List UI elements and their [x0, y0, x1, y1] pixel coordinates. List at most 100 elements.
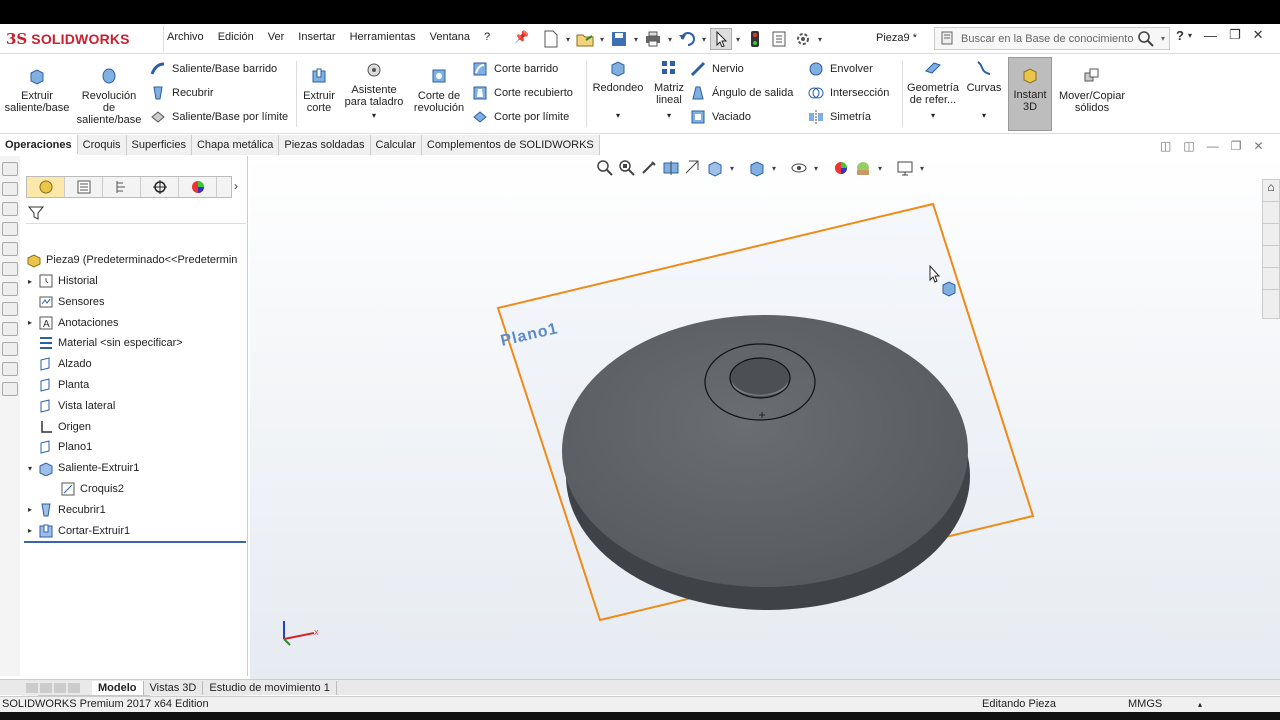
search-icon[interactable]: [1137, 30, 1155, 48]
extrude-cut-button[interactable]: Extruir corte: [298, 67, 340, 114]
extrude-boss-button[interactable]: Extruir saliente/base: [4, 67, 70, 114]
tab-superficies[interactable]: Superficies: [126, 135, 192, 155]
tree-item[interactable]: Sensores: [24, 292, 104, 312]
tile-left-icon[interactable]: ◫: [1160, 139, 1171, 153]
dynamic-annotation-icon[interactable]: [684, 159, 702, 177]
design-library-icon[interactable]: [1263, 202, 1279, 224]
tree-item[interactable]: ▸ Recubrir1: [24, 500, 106, 520]
tree-item[interactable]: Plano1: [24, 437, 92, 457]
first-tab-icon[interactable]: [26, 682, 38, 693]
graphics-area[interactable]: Plano1 X: [250, 156, 1280, 680]
minimize-icon[interactable]: —: [1204, 28, 1217, 43]
tree-item[interactable]: Origen: [24, 417, 91, 437]
tree-item[interactable]: Planta: [24, 375, 89, 395]
options-gear-icon[interactable]: [792, 28, 814, 50]
menu-help[interactable]: ?: [477, 31, 497, 43]
chevron-down-icon[interactable]: ▾: [598, 35, 606, 44]
units-selector[interactable]: MMGS: [1128, 697, 1162, 712]
mirror-button[interactable]: Simetría: [808, 107, 871, 127]
toolbar-icon[interactable]: [2, 342, 18, 356]
print-icon[interactable]: [642, 28, 664, 50]
shell-button[interactable]: Vaciado: [690, 107, 751, 127]
chevron-right-icon[interactable]: ›: [234, 179, 238, 193]
new-document-icon[interactable]: [540, 28, 562, 50]
toolbar-icon[interactable]: [2, 282, 18, 296]
chevron-right-icon[interactable]: ▸: [24, 318, 36, 327]
help-button[interactable]: ?: [1176, 28, 1184, 43]
menu-ver[interactable]: Ver: [261, 31, 292, 43]
restore-icon[interactable]: ❐: [1229, 27, 1241, 43]
toolbar-icon[interactable]: [2, 222, 18, 236]
tab-chapa-metalica[interactable]: Chapa metálica: [191, 135, 280, 155]
tree-item[interactable]: Material <sin especificar>: [24, 333, 183, 353]
last-tab-icon[interactable]: [68, 682, 80, 693]
minimize-icon[interactable]: —: [1207, 139, 1219, 153]
chevron-down-icon[interactable]: ▾: [1188, 31, 1192, 40]
appearances-icon[interactable]: [1263, 268, 1279, 290]
file-explorer-icon[interactable]: [1263, 224, 1279, 246]
chevron-down-icon[interactable]: ▾: [590, 110, 646, 122]
intersect-button[interactable]: Intersección: [808, 83, 889, 103]
tab-complementos[interactable]: Complementos de SOLIDWORKS: [421, 135, 600, 155]
traffic-light-icon[interactable]: [744, 28, 766, 50]
chevron-down-icon[interactable]: ▾: [1161, 34, 1165, 43]
chevron-down-icon[interactable]: ▾: [876, 164, 884, 173]
chevron-down-icon[interactable]: ▾: [770, 164, 778, 173]
rib-button[interactable]: Nervio: [690, 59, 744, 79]
pin-icon[interactable]: 📌: [514, 30, 529, 44]
tab-croquis[interactable]: Croquis: [77, 135, 127, 155]
chevron-down-icon[interactable]: ▾: [904, 110, 962, 122]
display-style-icon[interactable]: [748, 159, 766, 177]
zoom-to-area-icon[interactable]: [618, 159, 636, 177]
tree-filter[interactable]: [26, 202, 246, 224]
edit-appearance-icon[interactable]: [832, 159, 850, 177]
close-icon[interactable]: ✕: [1253, 139, 1263, 153]
chevron-right-icon[interactable]: ▾: [24, 464, 36, 473]
revolve-cut-button[interactable]: Corte de revolución: [412, 67, 466, 114]
rollback-bar[interactable]: [24, 541, 246, 543]
tree-item[interactable]: ▸ A Anotaciones: [24, 313, 119, 333]
view-palette-icon[interactable]: [1263, 246, 1279, 268]
menu-insertar[interactable]: Insertar: [291, 31, 342, 43]
file-properties-icon[interactable]: [768, 28, 790, 50]
toolbar-icon[interactable]: [2, 262, 18, 276]
toolbar-icon[interactable]: [2, 202, 18, 216]
open-folder-icon[interactable]: [574, 28, 596, 50]
feature-manager-tab-icon[interactable]: [27, 177, 65, 197]
tree-item[interactable]: ▸ Cortar-Extruir1: [24, 521, 130, 541]
chevron-right-icon[interactable]: ▸: [24, 505, 36, 514]
wrap-button[interactable]: Envolver: [808, 59, 873, 79]
toolbar-icon[interactable]: [2, 302, 18, 316]
tree-item[interactable]: Alzado: [24, 354, 92, 374]
chevron-down-icon[interactable]: ▾: [700, 35, 708, 44]
chevron-down-icon[interactable]: ▾: [918, 164, 926, 173]
hide-show-items-icon[interactable]: [790, 159, 808, 177]
hole-edge[interactable]: [729, 357, 791, 399]
loft-boss-button[interactable]: Recubrir: [150, 83, 214, 103]
tab-vistas-3d[interactable]: Vistas 3D: [144, 680, 204, 695]
toolbar-icon[interactable]: [2, 382, 18, 396]
chevron-down-icon[interactable]: ▾: [734, 35, 742, 44]
menu-archivo[interactable]: Archivo: [160, 31, 211, 43]
previous-tab-icon[interactable]: [40, 682, 52, 693]
draft-button[interactable]: Ángulo de salida: [690, 83, 793, 103]
tab-operaciones[interactable]: Operaciones: [0, 135, 78, 155]
display-manager-tab-icon[interactable]: [179, 177, 217, 197]
chevron-down-icon[interactable]: ▾: [564, 35, 572, 44]
chevron-down-icon[interactable]: ▾: [342, 110, 406, 122]
tile-right-icon[interactable]: ◫: [1183, 139, 1194, 153]
search-knowledge-base[interactable]: Buscar en la Base de conocimiento ▾: [934, 27, 1170, 50]
tab-calcular[interactable]: Calcular: [370, 135, 422, 155]
tab-modelo[interactable]: Modelo: [92, 680, 144, 695]
hole-wizard-button[interactable]: Asistente para taladro ▾: [342, 61, 406, 122]
tree-item[interactable]: ▾ Saliente-Extruir1: [24, 458, 139, 478]
filter-icon[interactable]: [28, 205, 44, 221]
chevron-down-icon[interactable]: ▾: [812, 164, 820, 173]
solidworks-logo[interactable]: 3S SOLIDWORKS: [2, 26, 164, 52]
menu-edicion[interactable]: Edición: [211, 31, 261, 43]
chevron-down-icon[interactable]: ▾: [666, 35, 674, 44]
chevron-down-icon[interactable]: ▾: [728, 164, 736, 173]
menu-herramientas[interactable]: Herramientas: [343, 31, 423, 43]
apply-scene-icon[interactable]: [854, 159, 872, 177]
swept-cut-button[interactable]: Corte barrido: [472, 59, 558, 79]
